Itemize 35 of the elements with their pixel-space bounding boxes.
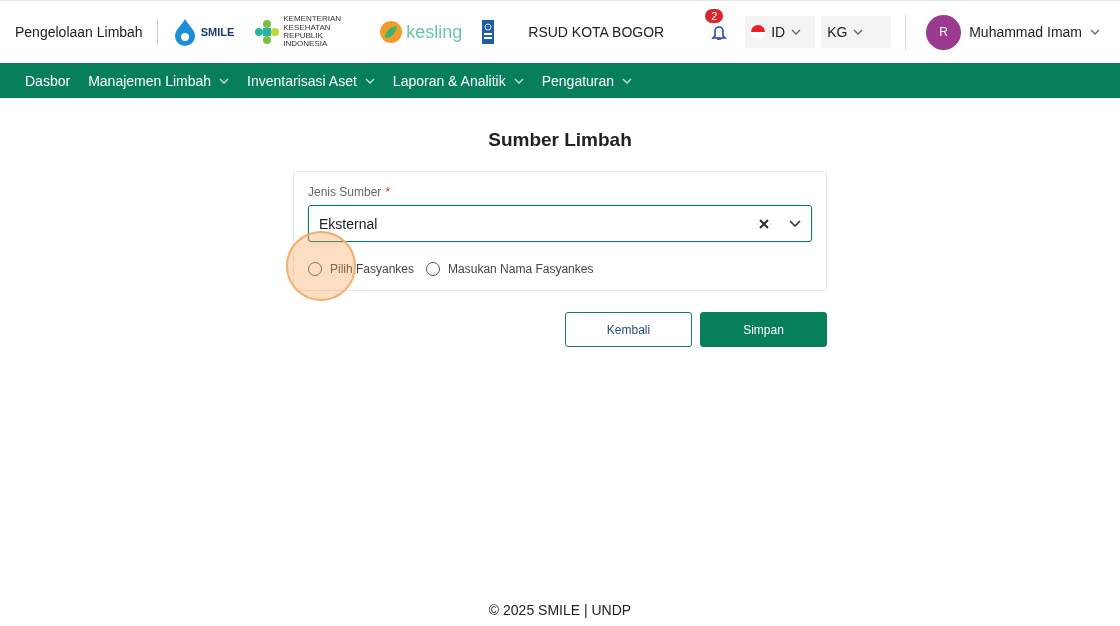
notification-badge: 2 xyxy=(705,9,724,23)
source-type-select[interactable]: Eksternal xyxy=(308,205,812,242)
app-title: Pengelolaan Limbah xyxy=(15,24,143,40)
nav-item[interactable]: Pengaturan xyxy=(534,72,640,89)
chevron-down-icon xyxy=(789,220,801,227)
avatar: R xyxy=(926,14,962,50)
facility-name: RSUD KOTA BOGOR xyxy=(528,24,665,40)
footer-text: © 2025 SMILE | UNDP xyxy=(487,602,633,620)
radio-option[interactable]: Pilih Fasyankes xyxy=(308,262,415,276)
nav-item[interactable]: Inventarisasi Aset xyxy=(240,72,382,89)
nav-item[interactable]: Laporan & Analitik xyxy=(385,72,531,89)
language-select[interactable]: ID xyxy=(745,16,816,48)
select-value: Eksternal xyxy=(319,215,379,232)
user-menu[interactable]: R Muhammad Imam xyxy=(920,13,1106,51)
save-button[interactable]: Simpan xyxy=(700,312,827,347)
chevron-down-icon xyxy=(1090,29,1100,35)
chevron-down-icon xyxy=(791,29,802,35)
chevron-down-icon xyxy=(853,29,864,35)
logo-text: kesling xyxy=(406,21,463,43)
page-title: Sumber Limbah xyxy=(488,129,632,151)
logo-text: SMILE xyxy=(200,26,235,38)
emblem-icon xyxy=(482,20,495,44)
nav-item[interactable]: Dasbor xyxy=(18,72,78,89)
back-button[interactable]: Kembali xyxy=(565,312,692,347)
leaf-icon xyxy=(379,20,404,44)
logo-text: KEMENTERIAN KESEHATAN REPUBLIK INDONESIA xyxy=(283,15,343,49)
bell-icon xyxy=(711,23,728,41)
nav-item[interactable]: Manajemen Limbah xyxy=(81,72,237,89)
flag-icon xyxy=(751,25,766,39)
radio-option[interactable]: Masukan Nama Fasyankes xyxy=(426,262,594,276)
required-mark: * xyxy=(385,185,391,199)
clear-icon xyxy=(759,218,769,229)
field-label: Jenis Sumber xyxy=(308,185,382,199)
unit-select[interactable]: KG xyxy=(821,16,892,48)
ministry-logo-icon xyxy=(254,19,281,45)
